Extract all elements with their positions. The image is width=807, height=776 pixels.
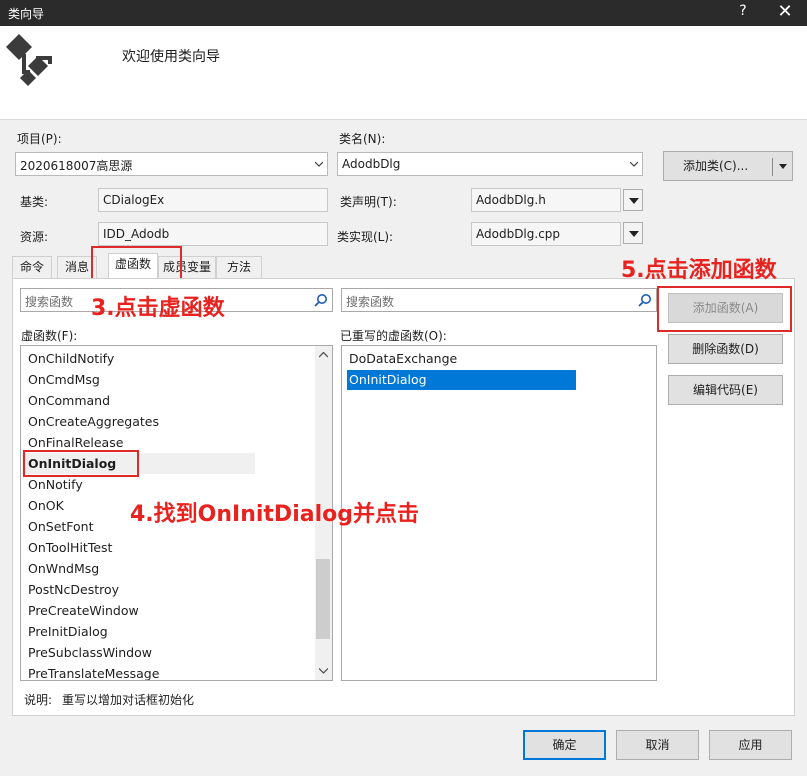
description-label: 说明:	[24, 693, 53, 707]
annotation-step3: 3.点击虚函数	[91, 296, 225, 321]
list-item[interactable]: PreCreateWindow	[28, 600, 139, 621]
apply-button[interactable]: 应用	[709, 730, 792, 760]
classname-label: 类名(N):	[339, 132, 386, 146]
help-button[interactable]: ?	[733, 3, 753, 19]
impl-dropdown-button[interactable]	[623, 222, 643, 244]
tab-commands[interactable]: 命令	[12, 256, 52, 278]
scroll-down-icon[interactable]	[319, 668, 328, 674]
project-label: 项目(P):	[17, 132, 62, 146]
list-item[interactable]: PreInitDialog	[28, 621, 108, 642]
virtual-search-placeholder: 搜索函数	[25, 295, 74, 309]
class-wizard-icon	[6, 34, 52, 86]
classname-value: AdodbDlg	[342, 157, 401, 171]
annotation-step5: 5.点击添加函数	[621, 258, 777, 283]
close-button[interactable]: ✕	[775, 1, 795, 22]
base-label: 基类:	[20, 195, 49, 209]
resource-value: IDD_Adodb	[103, 227, 170, 241]
list-item[interactable]: OnCmdMsg	[28, 369, 100, 390]
annotation-step4: 4.找到OnInitDialog并点击	[130, 502, 419, 527]
welcome-text: 欢迎使用类向导	[122, 49, 220, 65]
scrollbar-thumb[interactable]	[316, 559, 330, 639]
ok-button[interactable]: 确定	[523, 730, 606, 760]
decl-value: AdodbDlg.h	[476, 193, 546, 207]
annotation-box-tab	[91, 246, 182, 282]
wizard-header: 欢迎使用类向导	[0, 26, 807, 120]
triangle-down-icon	[629, 231, 639, 237]
list-item[interactable]: OnWndMsg	[28, 558, 99, 579]
decl-field[interactable]: AdodbDlg.h	[471, 188, 621, 212]
split-divider	[772, 158, 773, 176]
list-item[interactable]: OnCommand	[28, 390, 110, 411]
triangle-down-icon	[629, 198, 639, 204]
resource-field[interactable]: IDD_Adodb	[98, 222, 328, 246]
list-item[interactable]: PostNcDestroy	[28, 579, 119, 600]
list-item[interactable]: PreTranslateMessage	[28, 663, 159, 680]
cancel-button[interactable]: 取消	[616, 730, 699, 760]
add-class-label: 添加类(C)...	[683, 159, 749, 173]
impl-value: AdodbDlg.cpp	[476, 227, 561, 241]
decl-dropdown-button[interactable]	[623, 189, 643, 211]
decl-label: 类声明(T):	[340, 195, 397, 209]
list-item[interactable]: OnOK	[28, 495, 64, 516]
impl-label: 类实现(L):	[337, 230, 394, 244]
list-item[interactable]: OnChildNotify	[28, 348, 114, 369]
project-value: 2020618007高思源	[20, 159, 133, 173]
edit-code-button[interactable]: 编辑代码(E)	[668, 375, 783, 405]
list-item[interactable]: OnCreateAggregates	[28, 411, 159, 432]
tab-methods[interactable]: 方法	[216, 256, 262, 278]
annotation-box-add-function	[657, 286, 792, 332]
chevron-down-icon	[630, 161, 638, 167]
overridden-search-placeholder: 搜索函数	[346, 295, 395, 309]
add-class-button[interactable]: 添加类(C)...	[663, 151, 793, 181]
search-icon	[638, 294, 651, 307]
project-combo[interactable]: 2020618007高思源	[15, 152, 328, 176]
list-item[interactable]: OnSetFont	[28, 516, 94, 537]
list-item[interactable]: PreSubclassWindow	[28, 642, 152, 663]
list-item[interactable]: DoDataExchange	[349, 348, 457, 369]
list-item[interactable]: OnToolHitTest	[28, 537, 112, 558]
base-value: CDialogEx	[103, 193, 165, 207]
classname-combo[interactable]: AdodbDlg	[337, 152, 643, 176]
annotation-box-oninitdialog	[23, 450, 139, 477]
overridden-search-input[interactable]: 搜索函数	[341, 288, 657, 312]
scroll-up-icon[interactable]	[319, 352, 328, 358]
chevron-down-icon	[315, 161, 323, 167]
title-bar: 类向导 ? ✕	[0, 0, 807, 26]
base-field[interactable]: CDialogEx	[98, 188, 328, 212]
resource-label: 资源:	[20, 230, 49, 244]
impl-field[interactable]: AdodbDlg.cpp	[471, 222, 621, 246]
overridden-functions-label: 已重写的虚函数(O):	[340, 329, 447, 343]
dropdown-arrow-icon[interactable]	[779, 164, 787, 169]
search-icon	[314, 294, 327, 307]
delete-function-button[interactable]: 删除函数(D)	[668, 334, 783, 364]
window-title: 类向导	[8, 7, 45, 21]
virtual-functions-label: 虚函数(F):	[21, 329, 78, 343]
list-item-selected[interactable]: OnInitDialog	[349, 369, 427, 390]
description-text: 重写以增加对话框初始化	[62, 693, 195, 707]
list-item[interactable]: OnNotify	[28, 474, 83, 495]
